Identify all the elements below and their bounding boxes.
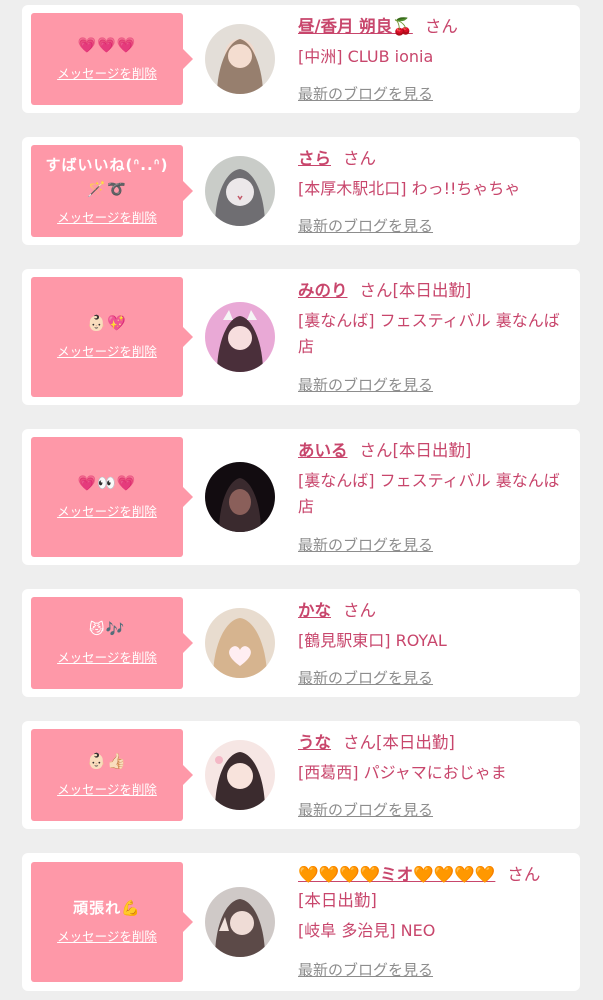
shop-name: [西葛西] パジャマにおじゃま [298, 763, 507, 782]
message-text: 😼🎶 [88, 619, 126, 638]
avatar-photo-icon [205, 608, 275, 678]
cast-name-link[interactable]: あいる [298, 441, 348, 460]
latest-blog-link[interactable]: 最新のブログを見る [298, 374, 433, 395]
message-bubble: 👶🏻👍🏻 メッセージを削除 [31, 729, 193, 821]
entry-info: うな さん[本日出勤] [西葛西] パジャマにおじゃま [298, 730, 562, 786]
status-badge: [本日出勤] [298, 891, 377, 910]
honorific: さん [507, 865, 541, 884]
cast-name-link[interactable]: 昼/香月 朔良🍒 [298, 17, 413, 36]
avatar[interactable] [205, 24, 275, 94]
avatar-photo-icon [205, 24, 275, 94]
message-bubble: 頑張れ💪 メッセージを削除 [31, 862, 193, 982]
honorific: さん [359, 441, 393, 460]
honorific: さん [343, 601, 376, 620]
message-card: 😼🎶 メッセージを削除 かな さん [鶴見駅東口] ROYAL 最新のブログを見る [22, 589, 580, 697]
shop-name: [中洲] CLUB ionia [298, 47, 434, 66]
cast-name-link[interactable]: うな [298, 733, 331, 752]
latest-blog-link[interactable]: 最新のブログを見る [298, 667, 433, 688]
message-text: すばいいね(ᐢ..ᐢ)🪄➰ [45, 155, 169, 198]
avatar[interactable] [205, 887, 275, 957]
message-card: 👶🏻👍🏻 メッセージを削除 うな さん[本日出勤] [西葛西] パジャマにおじゃま… [22, 721, 580, 829]
latest-blog-link[interactable]: 最新のブログを見る [298, 534, 433, 555]
message-bubble: 💗👀💗 メッセージを削除 [31, 437, 193, 557]
entry-info: かな さん [鶴見駅東口] ROYAL [298, 598, 562, 654]
message-text: 頑張れ💪 [73, 898, 141, 917]
name-line: あいる さん[本日出勤] [298, 438, 562, 464]
avatar-photo-icon [205, 156, 275, 226]
honorific: さん [359, 281, 393, 300]
cast-name-link[interactable]: 🧡🧡🧡🧡ミオ🧡🧡🧡🧡 [298, 865, 495, 884]
cast-name-link[interactable]: かな [298, 601, 331, 620]
name-line: うな さん[本日出勤] [298, 730, 562, 756]
delete-message-link[interactable]: メッセージを削除 [57, 207, 157, 226]
name-line: さら さん [298, 146, 562, 172]
entry-info: あいる さん[本日出勤] [裏なんば] フェスティバル 裏なんば店 [298, 438, 562, 520]
shop-name: [岐阜 多治見] NEO [298, 921, 436, 940]
entry-info: 🧡🧡🧡🧡ミオ🧡🧡🧡🧡 さん [本日出勤] [岐阜 多治見] NEO [298, 862, 562, 944]
message-feed: 💗💗💗 メッセージを削除 昼/香月 朔良🍒 さん [中洲] CLUB ionia … [0, 0, 603, 1000]
delete-message-link[interactable]: メッセージを削除 [57, 341, 157, 360]
cast-name-link[interactable]: さら [298, 149, 331, 168]
name-line: かな さん [298, 598, 562, 624]
avatar-photo-icon [205, 740, 275, 810]
avatar-photo-icon [205, 302, 275, 372]
status-badge: [本日出勤] [376, 733, 455, 752]
avatar-photo-icon [205, 887, 275, 957]
honorific: さん [424, 17, 458, 36]
entry-info: 昼/香月 朔良🍒 さん [中洲] CLUB ionia [298, 14, 562, 70]
delete-message-link[interactable]: メッセージを削除 [57, 779, 157, 798]
avatar[interactable] [205, 302, 275, 372]
avatar-photo-icon [205, 462, 275, 532]
message-text: 👶🏻💖 [87, 313, 127, 332]
cast-name-link[interactable]: みのり [298, 281, 348, 300]
delete-message-link[interactable]: メッセージを削除 [57, 926, 157, 945]
message-card: 👶🏻💖 メッセージを削除 みのり さん[本日出勤] [裏なんば] フェスティバル … [22, 269, 580, 405]
message-card: 頑張れ💪 メッセージを削除 🧡🧡🧡🧡ミオ🧡🧡🧡🧡 さん [本日出勤] [岐阜 多治見… [22, 853, 580, 991]
message-bubble: 😼🎶 メッセージを削除 [31, 597, 193, 689]
latest-blog-link[interactable]: 最新のブログを見る [298, 959, 433, 980]
message-card: すばいいね(ᐢ..ᐢ)🪄➰ メッセージを削除 さら さん [本厚木駅北口] わっ!… [22, 137, 580, 245]
delete-message-link[interactable]: メッセージを削除 [57, 501, 157, 520]
message-bubble: すばいいね(ᐢ..ᐢ)🪄➰ メッセージを削除 [31, 145, 193, 237]
message-text: 💗👀💗 [77, 473, 137, 492]
avatar[interactable] [205, 740, 275, 810]
status-badge: [本日出勤] [392, 281, 472, 300]
entry-info: みのり さん[本日出勤] [裏なんば] フェスティバル 裏なんば店 [298, 278, 562, 360]
name-line: 🧡🧡🧡🧡ミオ🧡🧡🧡🧡 さん [本日出勤] [298, 862, 562, 914]
latest-blog-link[interactable]: 最新のブログを見る [298, 799, 433, 820]
avatar[interactable] [205, 462, 275, 532]
latest-blog-link[interactable]: 最新のブログを見る [298, 83, 433, 104]
honorific: さん [343, 149, 376, 168]
message-bubble: 👶🏻💖 メッセージを削除 [31, 277, 193, 397]
status-badge: [本日出勤] [392, 441, 472, 460]
name-line: みのり さん[本日出勤] [298, 278, 562, 304]
latest-blog-link[interactable]: 最新のブログを見る [298, 215, 433, 236]
message-text: 👶🏻👍🏻 [87, 751, 127, 770]
delete-message-link[interactable]: メッセージを削除 [57, 63, 157, 82]
message-card: 💗💗💗 メッセージを削除 昼/香月 朔良🍒 さん [中洲] CLUB ionia … [22, 5, 580, 113]
message-text: 💗💗💗 [77, 35, 137, 54]
shop-name: [本厚木駅北口] わっ!!ちゃちゃ [298, 179, 521, 198]
shop-name: [裏なんば] フェスティバル 裏なんば店 [298, 311, 560, 356]
message-card: 💗👀💗 メッセージを削除 あいる さん[本日出勤] [裏なんば] フェスティバル … [22, 429, 580, 565]
shop-name: [鶴見駅東口] ROYAL [298, 631, 447, 650]
message-bubble: 💗💗💗 メッセージを削除 [31, 13, 193, 105]
avatar[interactable] [205, 156, 275, 226]
entry-info: さら さん [本厚木駅北口] わっ!!ちゃちゃ [298, 146, 562, 202]
name-line: 昼/香月 朔良🍒 さん [298, 14, 562, 40]
shop-name: [裏なんば] フェスティバル 裏なんば店 [298, 471, 560, 516]
delete-message-link[interactable]: メッセージを削除 [57, 647, 157, 666]
avatar[interactable] [205, 608, 275, 678]
honorific: さん [343, 733, 376, 752]
